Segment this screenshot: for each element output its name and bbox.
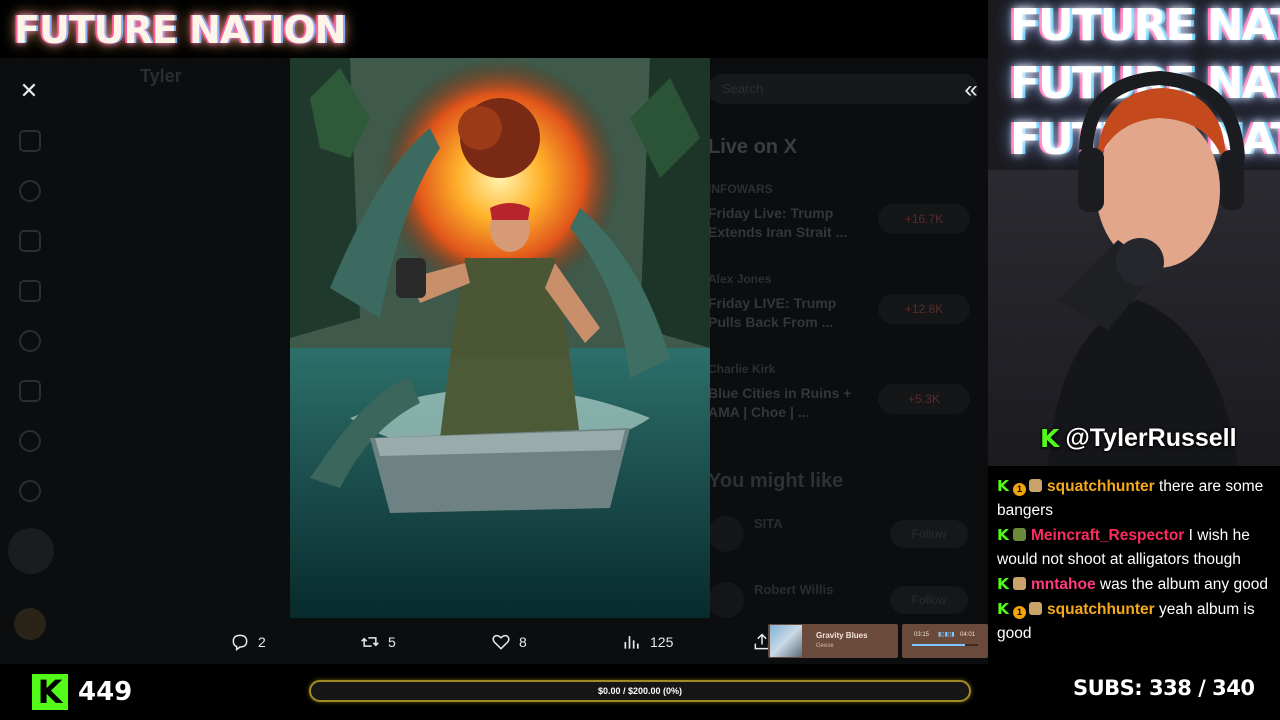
streamer-handle: K @TylerRussell xyxy=(1040,424,1237,453)
views-count: 125 xyxy=(650,634,674,650)
avatar xyxy=(708,582,744,618)
streamer-image xyxy=(1048,70,1245,466)
subs-value: 338 / 340 xyxy=(1149,676,1255,700)
reply-button[interactable]: 2 xyxy=(230,630,266,654)
kick-badge-icon: K xyxy=(997,477,1010,495)
equalizer-icon: ▮▯▮▯▮ xyxy=(938,632,955,638)
song-artist: Geese xyxy=(816,643,834,649)
stream-bottom-bar: K 449 $0.00 / $200.00 (0%) SUBS: 338 / 3… xyxy=(0,664,1280,720)
gifter-badge-icon xyxy=(1013,528,1027,541)
chat-username[interactable]: mntahoe xyxy=(1031,576,1096,593)
avatar xyxy=(708,516,744,552)
account-name: Robert Willis xyxy=(754,582,834,597)
live-item[interactable]: Alex Jones Friday LIVE: Trump Pulls Back… xyxy=(708,272,978,342)
live-count: +5.3K xyxy=(878,384,970,414)
post-image[interactable] xyxy=(290,58,710,618)
kick-logo-icon: K xyxy=(32,674,68,710)
live-title: Blue Cities in Ruins + AMA | Choe | ... xyxy=(708,385,852,420)
kick-badge-icon: K xyxy=(997,600,1010,618)
live-title: Friday Live: Trump Extends Iran Strait .… xyxy=(708,205,848,240)
hand-badge-icon xyxy=(1029,602,1043,615)
views-button[interactable]: 125 xyxy=(622,630,673,654)
search-icon[interactable] xyxy=(19,180,41,202)
account-name: SITA xyxy=(754,516,783,531)
live-item[interactable]: INFOWARS Friday Live: Trump Extends Iran… xyxy=(708,182,978,252)
follower-count: 449 xyxy=(78,677,133,707)
mail-icon[interactable] xyxy=(19,280,41,302)
subs-counter: SUBS: 338 / 340 xyxy=(1073,676,1255,700)
bell-icon[interactable] xyxy=(19,230,41,252)
total-time: 04:01 xyxy=(960,632,976,638)
chat-message: K Meincraft_Respector I wish he would not… xyxy=(997,523,1272,572)
post-button[interactable] xyxy=(8,528,54,574)
elapsed-time: 03:15 xyxy=(914,632,930,638)
grok-icon[interactable] xyxy=(19,330,41,352)
follow-button[interactable]: Follow xyxy=(890,586,968,614)
sidebar-rail xyxy=(0,58,60,664)
kick-badge-icon: K xyxy=(997,575,1010,593)
album-art xyxy=(770,625,802,657)
kick-badge-icon: K xyxy=(997,526,1010,544)
close-icon[interactable]: ✕ xyxy=(14,76,44,106)
live-count: +12.8K xyxy=(878,294,970,324)
song-title: Gravity Blues xyxy=(816,631,868,640)
repost-count: 5 xyxy=(388,634,396,650)
follow-button[interactable]: Follow xyxy=(890,520,968,548)
live-host: Charlie Kirk xyxy=(708,362,776,376)
song-progress: 03:15 ▮▯▮▯▮ 04:01 xyxy=(902,624,988,658)
live-section-title: Live on X xyxy=(708,136,797,158)
search-input[interactable]: Search xyxy=(708,74,978,104)
repost-button[interactable]: 5 xyxy=(360,630,396,654)
brand-title: FUTURE NATION xyxy=(14,8,346,52)
chat-username[interactable]: squatchhunter xyxy=(1047,601,1155,618)
chat-text: was the album any good xyxy=(1095,576,1268,593)
chat-message: Kmntahoe was the album any good xyxy=(997,572,1272,597)
now-playing-widget: Gravity Blues Geese xyxy=(768,624,898,658)
reply-icon xyxy=(232,634,248,651)
background-header: Tyler xyxy=(140,66,182,86)
chat-username[interactable]: squatchhunter xyxy=(1047,478,1155,495)
like-count: 8 xyxy=(519,634,527,650)
reply-count: 2 xyxy=(258,634,266,650)
song-progress-fill xyxy=(912,644,966,646)
heart-icon xyxy=(492,634,510,650)
kick-logo-icon: K xyxy=(1040,424,1060,453)
right-column: Search Live on X INFOWARS Friday Live: T… xyxy=(700,58,988,664)
live-count: +16.7K xyxy=(878,204,970,234)
chat-panel: K 1 squatchhunter there are some bangers K… xyxy=(988,466,1280,664)
handle-text: @TylerRussell xyxy=(1065,424,1237,452)
sub-badge-icon: 1 xyxy=(1013,483,1027,496)
follower-counter: K 449 xyxy=(32,674,132,710)
views-icon xyxy=(624,636,639,649)
suggested-account[interactable]: SITA Follow xyxy=(708,510,978,560)
sub-badge-icon: 1 xyxy=(1013,606,1027,619)
might-like-title: You might like xyxy=(708,470,844,492)
live-item[interactable]: Charlie Kirk Blue Cities in Ruins + AMA … xyxy=(708,362,978,432)
repost-icon xyxy=(361,637,379,647)
profile-icon[interactable] xyxy=(19,430,41,452)
more-icon[interactable] xyxy=(19,480,41,502)
subs-label: SUBS: xyxy=(1073,676,1143,700)
like-button[interactable]: 8 xyxy=(491,630,527,654)
live-host: Alex Jones xyxy=(708,272,772,286)
alligator-scene-image xyxy=(290,58,710,618)
double-chevron-left-icon[interactable]: « xyxy=(956,76,986,106)
donation-goal-text: $0.00 / $200.00 (0%) xyxy=(597,686,683,696)
hand-badge-icon xyxy=(1013,577,1027,590)
lists-icon[interactable] xyxy=(19,380,41,402)
live-title: Friday LIVE: Trump Pulls Back From ... xyxy=(708,295,837,330)
chat-message: K 1 squatchhunter yeah album is good xyxy=(997,597,1272,646)
suggested-account[interactable]: Robert Willis Follow xyxy=(708,576,978,626)
chat-message: K 1 squatchhunter there are some bangers xyxy=(997,474,1272,523)
home-icon[interactable] xyxy=(19,130,41,152)
media-viewer: Tyler Search Live on X INFOWARS Friday L… xyxy=(0,58,988,664)
donation-goal-bar: $0.00 / $200.00 (0%) xyxy=(309,680,971,702)
live-host: INFOWARS xyxy=(708,182,773,196)
webcam-feed: FUTURE NATION FUTURE NATION FUTURE NATIO… xyxy=(988,0,1280,466)
chat-username[interactable]: Meincraft_Respector xyxy=(1031,527,1184,544)
song-progress-bar xyxy=(912,644,978,646)
hand-badge-icon xyxy=(1029,479,1043,492)
